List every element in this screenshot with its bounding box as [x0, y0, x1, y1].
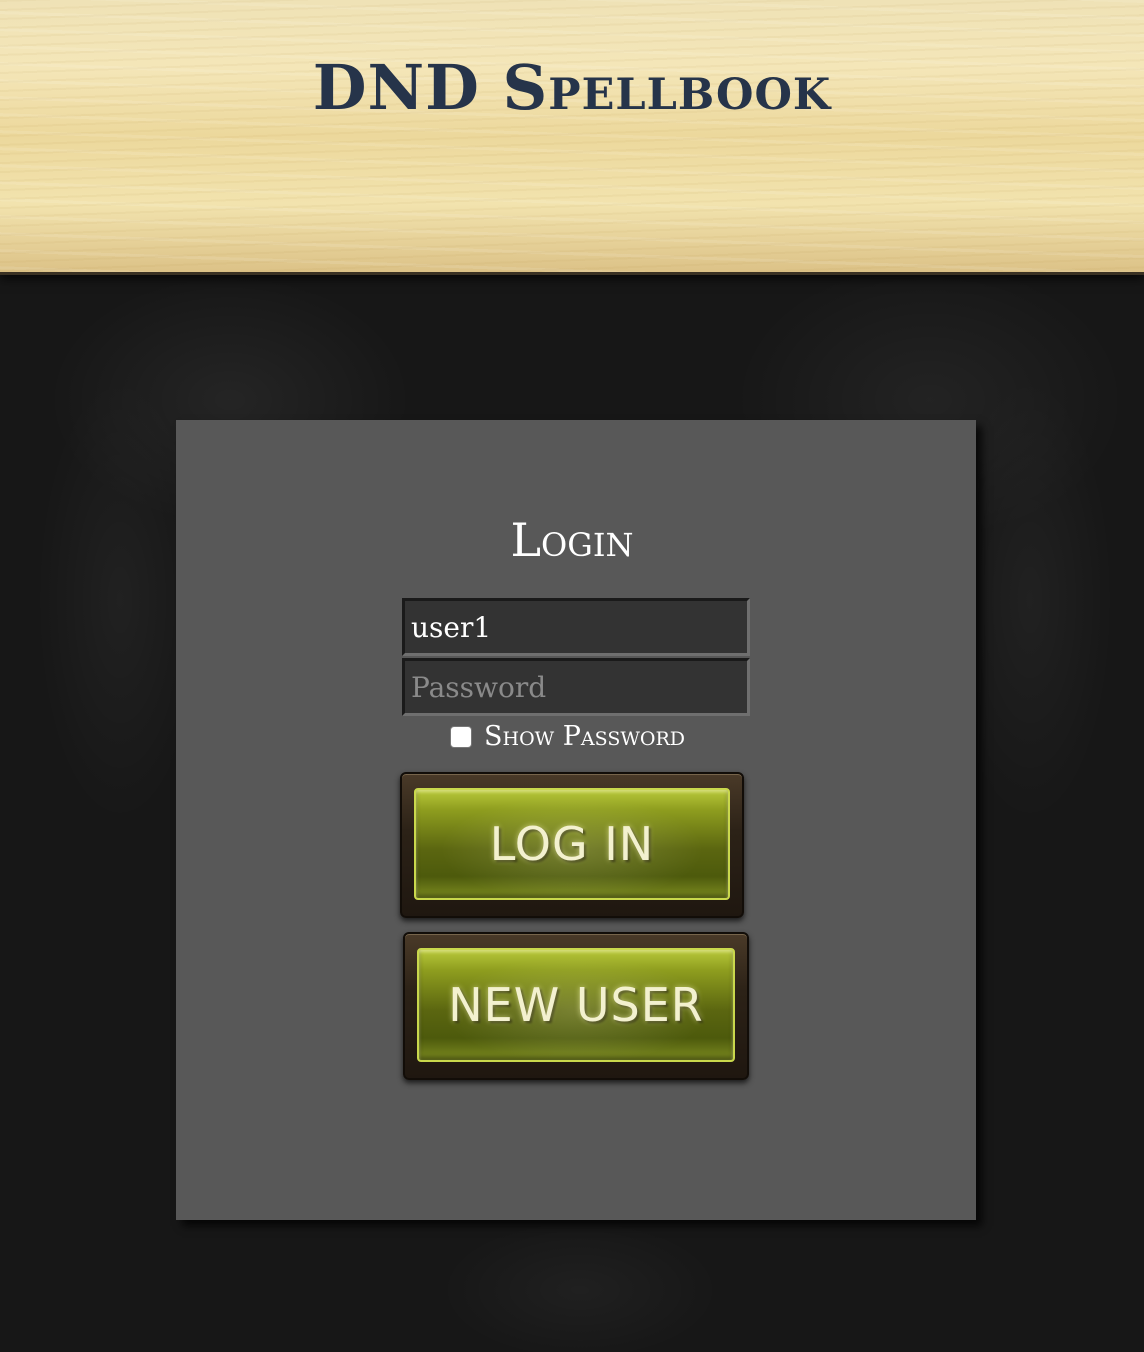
new-user-button[interactable]: NEW USER [403, 932, 749, 1080]
show-password-toggle[interactable]: Show Password [450, 720, 685, 754]
show-password-checkbox[interactable] [450, 726, 472, 748]
login-button-face[interactable]: LOG IN [414, 788, 730, 900]
new-user-button-face[interactable]: NEW USER [417, 948, 735, 1062]
header-banner: DND Spellbook [0, 0, 1144, 275]
new-user-button-label[interactable]: NEW USER [448, 978, 703, 1032]
login-button-label[interactable]: LOG IN [490, 817, 654, 871]
login-button[interactable]: LOG IN [400, 772, 744, 918]
site-title: DND Spellbook [312, 51, 832, 124]
page: DND Spellbook Login Show Password LOG IN… [0, 0, 1144, 1352]
password-input[interactable] [402, 658, 750, 716]
login-title: Login [510, 513, 634, 567]
show-password-label[interactable]: Show Password [484, 720, 685, 754]
username-input[interactable] [402, 598, 750, 656]
